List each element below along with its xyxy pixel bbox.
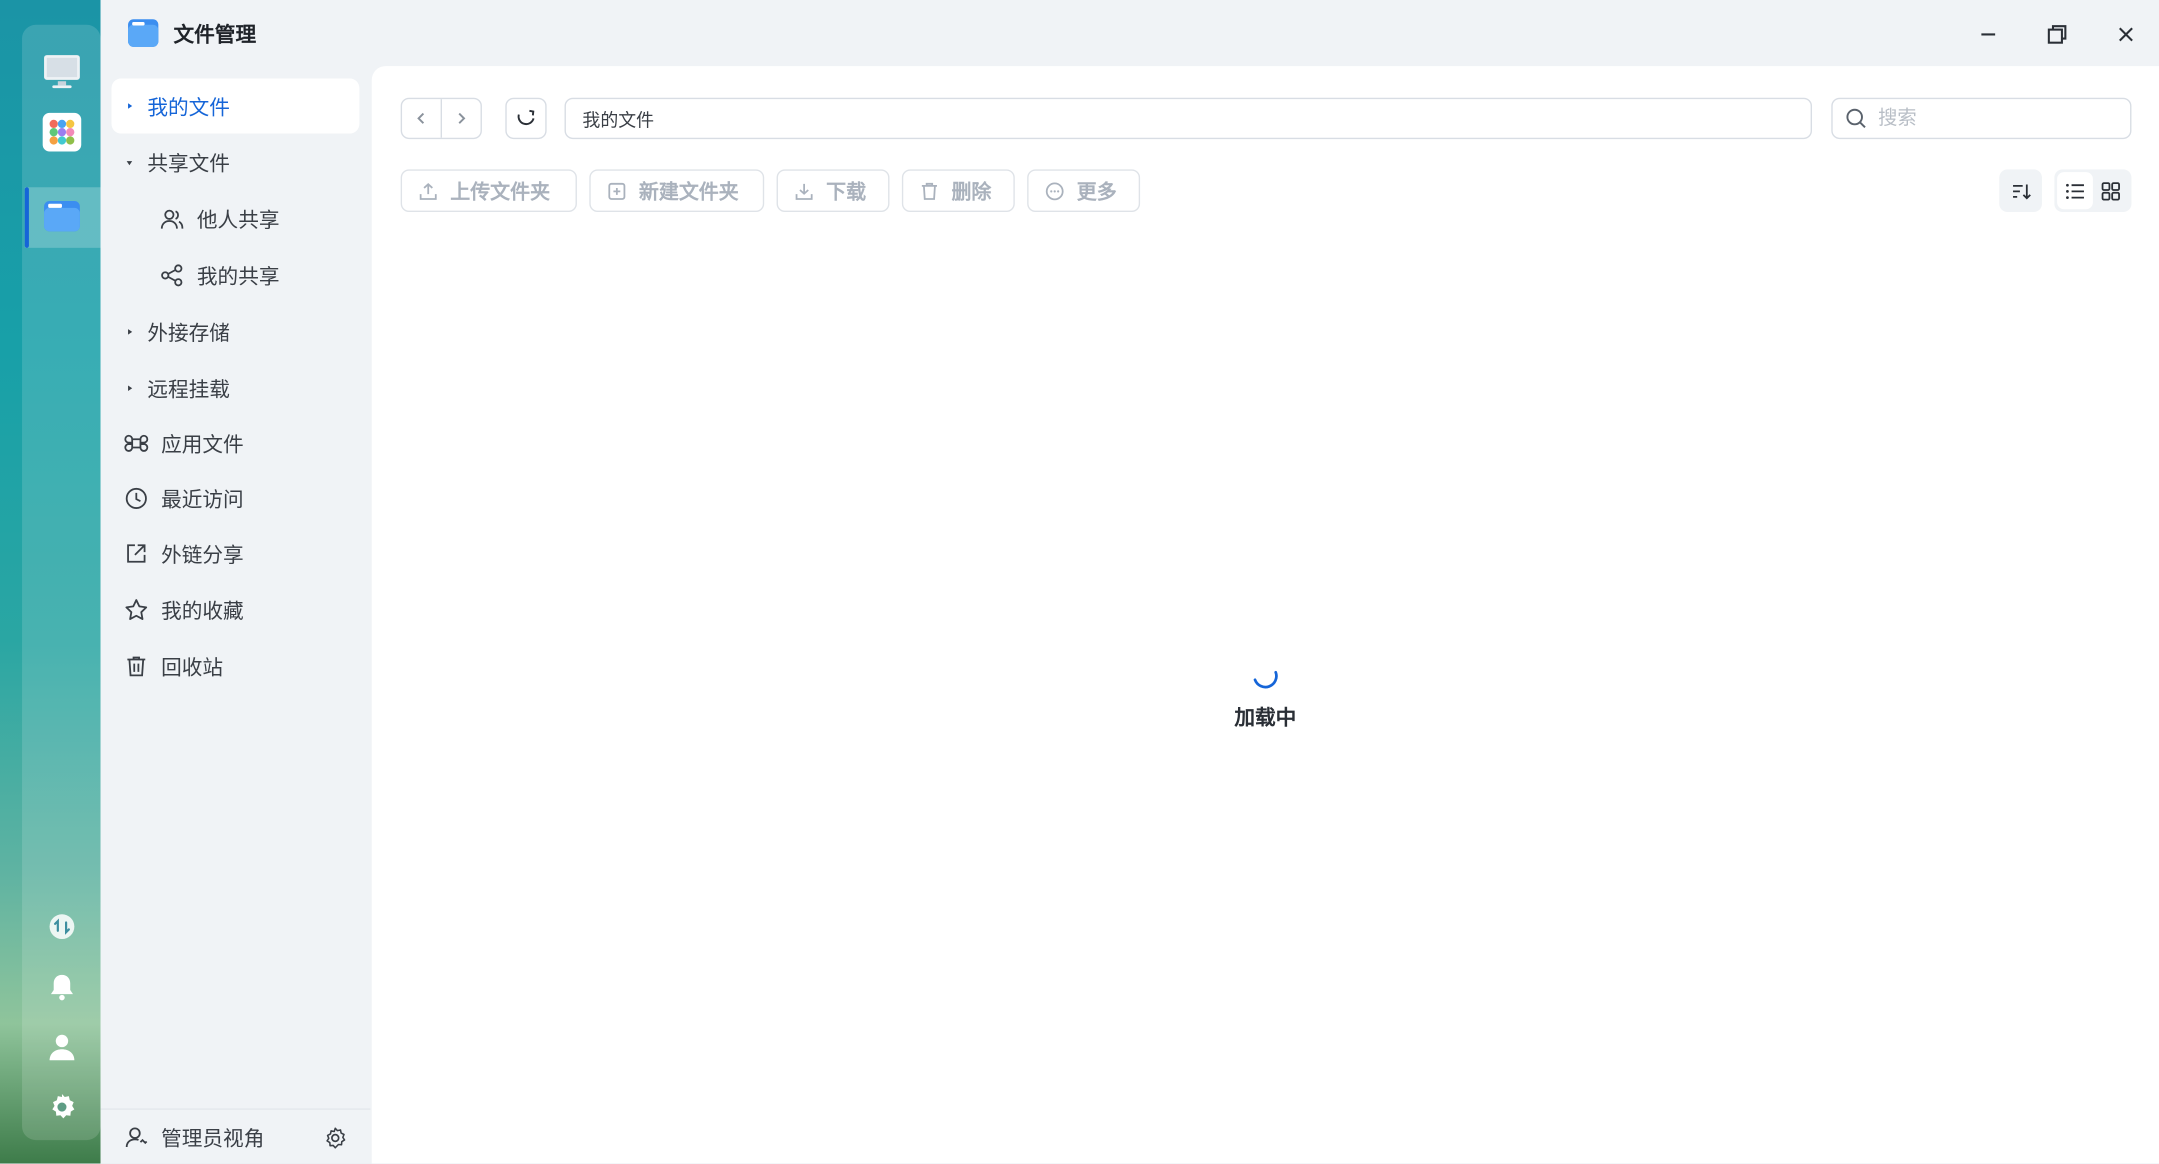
new-folder-button[interactable]: 新建文件夹: [589, 169, 765, 213]
file-manager-logo-icon: [127, 17, 160, 50]
sidebar-item-label: 应用文件: [161, 431, 244, 457]
sidebar-item-link-shares[interactable]: 外链分享: [112, 526, 360, 581]
download-button[interactable]: 下载: [776, 169, 890, 213]
sidebar-item-label: 最近访问: [161, 486, 244, 512]
sort-button[interactable]: [1999, 169, 2042, 213]
transfer-icon[interactable]: [41, 906, 82, 947]
app-center-icon[interactable]: [41, 112, 82, 153]
file-manager-window: 文件管理 我的文件 共享文件 他人共享 我的共享 外接存储 远程挂载 应用文件 …: [100, 0, 2159, 1164]
sidebar-item-remote-mount[interactable]: 远程挂载: [112, 361, 360, 416]
more-label: 更多: [1076, 181, 1117, 204]
main-content: 我的文件 上传文件夹 新建文件夹 下载 删除: [371, 66, 2159, 1164]
delete-label: 删除: [951, 181, 992, 204]
notification-bell-icon[interactable]: [41, 967, 82, 1008]
sidebar-item-shared-with-me[interactable]: 他人共享: [112, 191, 360, 246]
caret-right-icon: [112, 101, 148, 112]
clock-icon: [112, 486, 162, 511]
sidebar-item-label: 我的收藏: [161, 598, 244, 624]
desktop-icon[interactable]: [41, 50, 82, 91]
external-share-icon: [112, 541, 162, 566]
minimize-button[interactable]: [1970, 17, 2006, 53]
more-dots-icon: [1045, 181, 1064, 200]
sidebar-item-label: 回收站: [161, 654, 224, 680]
sidebar-item-shared-files[interactable]: 共享文件: [112, 135, 360, 190]
trash-icon: [112, 654, 162, 679]
sidebar-item-my-files[interactable]: 我的文件: [111, 78, 360, 134]
app-title: 文件管理: [173, 22, 257, 47]
admin-view-label: 管理员视角: [161, 1125, 265, 1151]
sidebar-item-my-shares[interactable]: 我的共享: [112, 248, 360, 303]
sort-icon: [2012, 183, 2031, 199]
sidebar: 我的文件 共享文件 他人共享 我的共享 外接存储 远程挂载 应用文件 最近访问 …: [100, 66, 371, 1164]
settings-gear-icon[interactable]: [41, 1086, 82, 1127]
close-button[interactable]: [2108, 17, 2144, 53]
history-nav: [400, 97, 482, 140]
sidebar-item-app-files[interactable]: 应用文件: [112, 416, 360, 471]
loading-indicator: 加载中: [372, 661, 2159, 731]
sidebar-item-label: 他人共享: [196, 207, 280, 233]
loading-text: 加载中: [1234, 704, 1297, 730]
back-button[interactable]: [402, 99, 441, 138]
download-icon: [795, 183, 813, 200]
more-button[interactable]: 更多: [1027, 169, 1141, 213]
search-box: [1831, 97, 2132, 140]
forward-button[interactable]: [440, 99, 481, 138]
caret-right-icon: [112, 383, 148, 394]
sidebar-item-label: 共享文件: [147, 150, 230, 176]
search-input[interactable]: [1878, 107, 2113, 130]
sidebar-item-recycle-bin[interactable]: 回收站: [112, 639, 360, 694]
admin-user-icon: [112, 1125, 162, 1150]
dock-active-indicator: [24, 187, 29, 248]
trash-icon: [921, 182, 937, 200]
upload-folder-label: 上传文件夹: [450, 181, 551, 204]
sidebar-item-label: 我的文件: [147, 94, 230, 120]
maximize-button[interactable]: [2039, 17, 2075, 53]
new-folder-label: 新建文件夹: [638, 181, 739, 204]
share-nodes-icon: [112, 263, 197, 288]
user-icon[interactable]: [41, 1026, 82, 1067]
refresh-icon: [517, 109, 535, 126]
sidebar-footer: 管理员视角: [100, 1108, 371, 1164]
refresh-button[interactable]: [505, 97, 547, 140]
search-icon: [1846, 108, 1866, 129]
download-label: 下载: [826, 181, 867, 204]
list-view-button[interactable]: [2057, 172, 2093, 210]
sidebar-item-external-storage[interactable]: 外接存储: [112, 304, 360, 359]
sidebar-item-recent[interactable]: 最近访问: [112, 471, 360, 526]
sidebar-item-label: 外接存储: [147, 320, 230, 345]
path-bar[interactable]: 我的文件: [564, 97, 1813, 140]
users-icon: [112, 207, 197, 232]
list-view-icon: [2066, 183, 2084, 199]
sidebar-item-label: 外链分享: [161, 541, 244, 567]
sidebar-item-label: 远程挂载: [147, 376, 230, 402]
file-manager-dock-icon[interactable]: [41, 196, 82, 237]
new-folder-icon: [608, 182, 626, 200]
sidebar-item-favorites[interactable]: 我的收藏: [112, 582, 360, 637]
caret-down-icon: [112, 157, 148, 168]
upload-icon: [419, 182, 437, 200]
star-icon: [112, 598, 162, 623]
upload-folder-button[interactable]: 上传文件夹: [400, 169, 577, 213]
grid-view-button[interactable]: [2093, 172, 2129, 209]
sidebar-item-label: 我的共享: [196, 263, 280, 289]
delete-button[interactable]: 删除: [901, 169, 1015, 213]
sidebar-settings-icon[interactable]: [321, 1124, 349, 1152]
command-icon: [112, 431, 162, 456]
caret-right-icon: [112, 326, 148, 337]
admin-view-toggle[interactable]: 管理员视角: [112, 1110, 305, 1164]
loading-spinner-icon: [1250, 661, 1280, 691]
title-bar: 文件管理: [101, 0, 2159, 66]
grid-view-icon: [2101, 181, 2120, 200]
view-toggle: [2054, 169, 2132, 213]
